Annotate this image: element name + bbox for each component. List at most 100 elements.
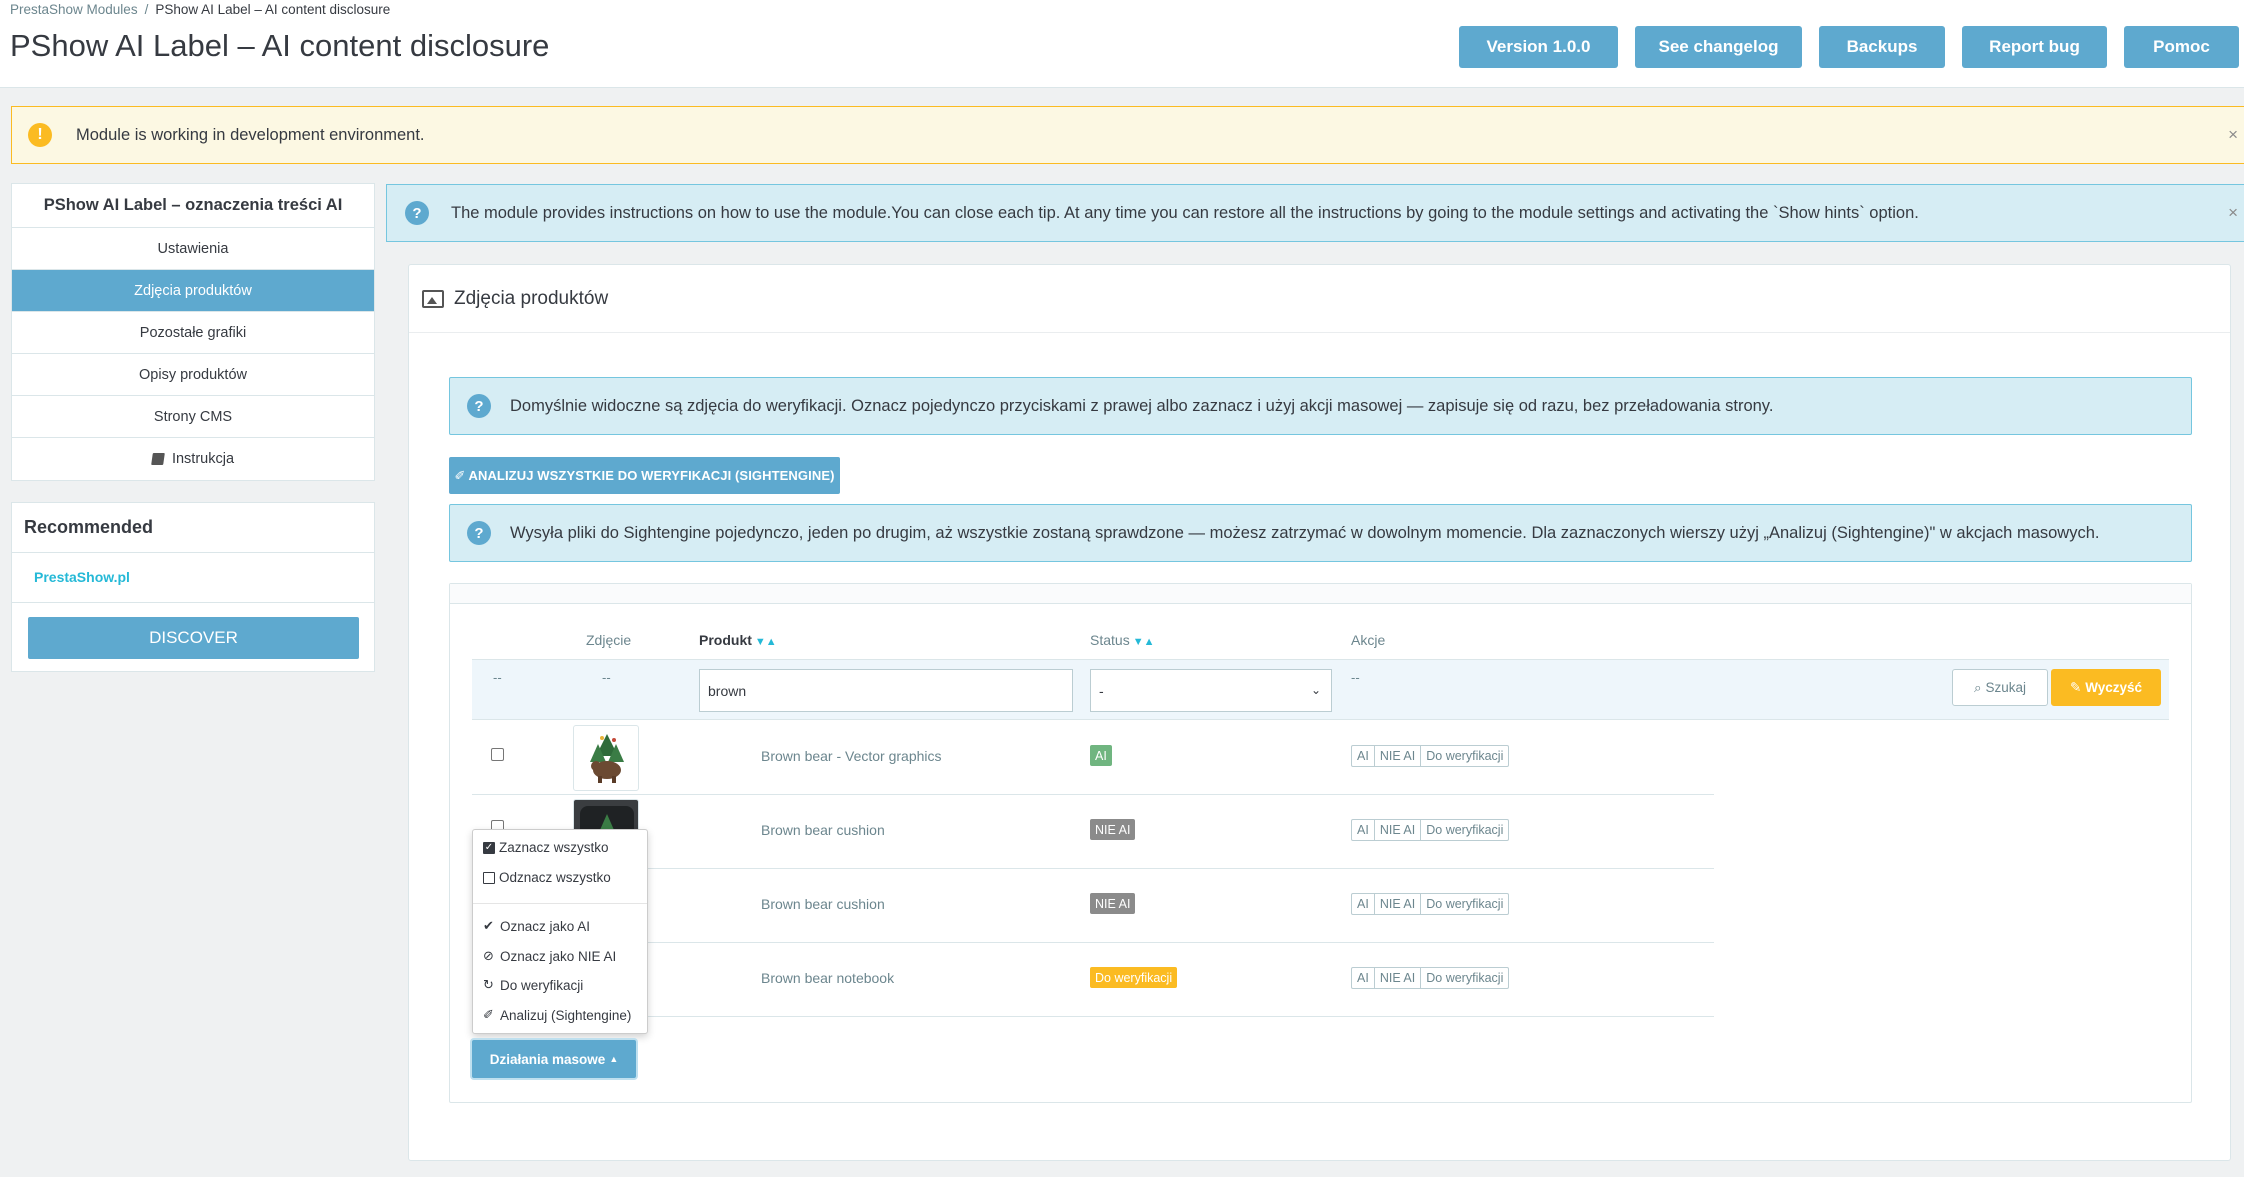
question-icon: ? (467, 394, 491, 418)
chevron-down-icon: ⌄ (1310, 683, 1321, 697)
prestashow-link[interactable]: PrestaShow.pl (12, 553, 374, 603)
sort-icon[interactable]: ▼▲ (755, 636, 777, 648)
changelog-button[interactable]: See changelog (1635, 26, 1802, 68)
mark-ai-item[interactable]: ✔ Oznacz jako AI (483, 918, 590, 934)
sidebar-item-pozostale-grafiki[interactable]: Pozostałe grafiki (12, 312, 374, 354)
panel-heading: Zdjęcia produktów (409, 265, 2230, 333)
mark-ai-button[interactable]: AI (1352, 894, 1375, 914)
info-alert-sightengine: ? Wysyła pliki do Sightengine pojedynczo… (449, 504, 2192, 562)
close-icon[interactable]: × (2228, 125, 2238, 145)
clear-button[interactable]: ✎ Wyczyść (2051, 669, 2161, 706)
panel-title: Zdjęcia produktów (454, 287, 609, 309)
version-button[interactable]: Version 1.0.0 (1459, 26, 1618, 68)
eraser-icon: ✎ (2069, 679, 2082, 695)
mark-not-ai-button[interactable]: NIE AI (1375, 746, 1422, 766)
bulk-actions-button[interactable]: Działania masowe ▲ (472, 1040, 636, 1078)
bear-illustration-icon (590, 734, 624, 783)
mark-to-verify-button[interactable]: Do weryfikacji (1421, 746, 1508, 766)
table-row: Brown bear notebook Do weryfikacji AI NI… (472, 943, 1714, 1017)
sidebar-item-instrukcja[interactable]: Instrukcja (12, 438, 374, 480)
image-icon (422, 289, 444, 308)
mark-ai-button[interactable]: AI (1352, 746, 1375, 766)
status-badge: Do weryfikacji (1090, 967, 1178, 988)
sidebar-item-opisy-produktow[interactable]: Opisy produktów (12, 354, 374, 396)
sidebar-item-label: Zdjęcia produktów (134, 282, 252, 299)
page-header: PrestaShow Modules / PShow AI Label – AI c… (0, 0, 2244, 88)
product-name[interactable]: Brown bear cushion (761, 896, 885, 912)
filter-placeholder: -- (1351, 670, 1360, 685)
recommended-title: Recommended (12, 503, 374, 553)
breadcrumb: PrestaShow Modules / PShow AI Label – AI c… (10, 2, 390, 17)
clear-button-label: Wyczyść (2085, 680, 2143, 695)
question-icon: ? (405, 201, 429, 225)
table-row: Brown bear cushion NIE AI AI NIE AI Do w… (472, 869, 1714, 943)
unselect-all-item[interactable]: Odznacz wszystko (483, 870, 611, 885)
column-header-product[interactable]: Produkt ▼▲ (699, 632, 777, 648)
analyze-all-button[interactable]: ✐ ANALIZUJ WSZYSTKIE DO WERYFIKACJI (SIGH… (449, 457, 840, 494)
status-filter-select[interactable]: - ⌄ (1090, 669, 1332, 712)
magic-wand-icon: ✐ (454, 467, 466, 483)
sidebar-item-ustawienia[interactable]: Ustawienia (12, 228, 374, 270)
product-name[interactable]: Brown bear notebook (761, 970, 894, 986)
select-all-item[interactable]: ✓ Zaznacz wszystko (483, 840, 609, 855)
column-header-actions: Akcje (1351, 632, 1386, 648)
select-all-label: Zaznacz wszystko (499, 840, 609, 855)
mark-not-ai-item[interactable]: ⊘ Oznacz jako NIE AI (483, 948, 616, 964)
hint-text: The module provides instructions on how … (451, 203, 1919, 222)
mark-ai-button[interactable]: AI (1352, 820, 1375, 840)
close-icon[interactable]: × (2228, 203, 2238, 223)
product-thumbnail (573, 725, 639, 791)
row-action-group: AI NIE AI Do weryfikacji (1351, 967, 1510, 989)
status-badge: AI (1090, 745, 1112, 766)
backups-button[interactable]: Backups (1819, 26, 1945, 68)
row-action-group: AI NIE AI Do weryfikacji (1351, 893, 1510, 915)
sidebar-item-strony-cms[interactable]: Strony CMS (12, 396, 374, 438)
sidebar-title: PShow AI Label – oznaczenia treści AI (12, 184, 374, 228)
mark-not-ai-button[interactable]: NIE AI (1375, 968, 1422, 988)
mark-to-verify-button[interactable]: Do weryfikacji (1421, 820, 1508, 840)
search-button-label: Szukaj (1985, 680, 2027, 695)
discover-button[interactable]: DISCOVER (28, 617, 359, 659)
report-bug-button[interactable]: Report bug (1962, 26, 2107, 68)
mark-ai-button[interactable]: AI (1352, 968, 1375, 988)
sidebar-item-label: Strony CMS (153, 408, 233, 425)
mark-to-verify-button[interactable]: Do weryfikacji (1421, 894, 1508, 914)
info-text-sightengine: Wysyła pliki do Sightengine pojedynczo, … (510, 523, 2100, 542)
product-name[interactable]: Brown bear cushion (761, 822, 885, 838)
search-icon: ⌕ (1973, 679, 1982, 695)
column-header-status-label: Status (1090, 632, 1130, 648)
table-row: Brown bear - Vector graphics AI AI NIE A… (472, 721, 1714, 795)
caret-up-icon: ▲ (609, 1054, 619, 1064)
recommended-panel: Recommended PrestaShow.pl DISCOVER (11, 502, 375, 672)
table-row: Brown bear cushion NIE AI AI NIE AI Do w… (472, 795, 1714, 869)
table-toolbar (450, 584, 2191, 604)
analyze-all-label: ANALIZUJ WSZYSTKIE DO WERYFIKACJI (SIGHT… (468, 468, 835, 483)
mark-not-ai-button[interactable]: NIE AI (1375, 894, 1422, 914)
mark-to-verify-button[interactable]: Do weryfikacji (1421, 968, 1508, 988)
product-filter-input[interactable]: brown (699, 669, 1073, 712)
to-verify-item[interactable]: ↻ Do weryfikacji (483, 977, 583, 993)
product-name[interactable]: Brown bear - Vector graphics (761, 748, 942, 764)
mark-not-ai-button[interactable]: NIE AI (1375, 820, 1422, 840)
bulk-actions-menu: ✓ Zaznacz wszystko Odznacz wszystko ✔ Ozna… (472, 829, 648, 1034)
search-button[interactable]: ⌕ Szukaj (1952, 669, 2048, 706)
help-button[interactable]: Pomoc (2124, 26, 2239, 68)
breadcrumb-separator: / (144, 2, 149, 17)
filter-row: -- -- brown - ⌄ -- ⌕ Szukaj ✎ Wyczyść (472, 659, 2169, 720)
column-header-status[interactable]: Status ▼▲ (1090, 632, 1154, 648)
hint-alert: ? The module provides instructions on ho… (386, 184, 2244, 242)
checkbox-checked-icon: ✓ (483, 841, 495, 854)
sidebar-item-zdjecia-produktow[interactable]: Zdjęcia produktów (12, 270, 374, 312)
row-action-group: AI NIE AI Do weryfikacji (1351, 745, 1510, 767)
row-checkbox[interactable] (491, 748, 504, 761)
analyze-item[interactable]: ✐ Analizuj (Sightengine) (483, 1007, 631, 1023)
sort-icon[interactable]: ▼▲ (1133, 636, 1155, 648)
column-header-image: Zdjęcie (586, 632, 632, 648)
bulk-actions-label: Działania masowe (489, 1051, 606, 1067)
sidebar-item-label: Instrukcja (171, 451, 235, 467)
row-action-group: AI NIE AI Do weryfikacji (1351, 819, 1510, 841)
breadcrumb-parent[interactable]: PrestaShow Modules (10, 2, 138, 17)
breadcrumb-current: PShow AI Label – AI content disclosure (155, 2, 391, 17)
question-icon: ? (467, 521, 491, 545)
warning-icon: ! (28, 123, 52, 147)
